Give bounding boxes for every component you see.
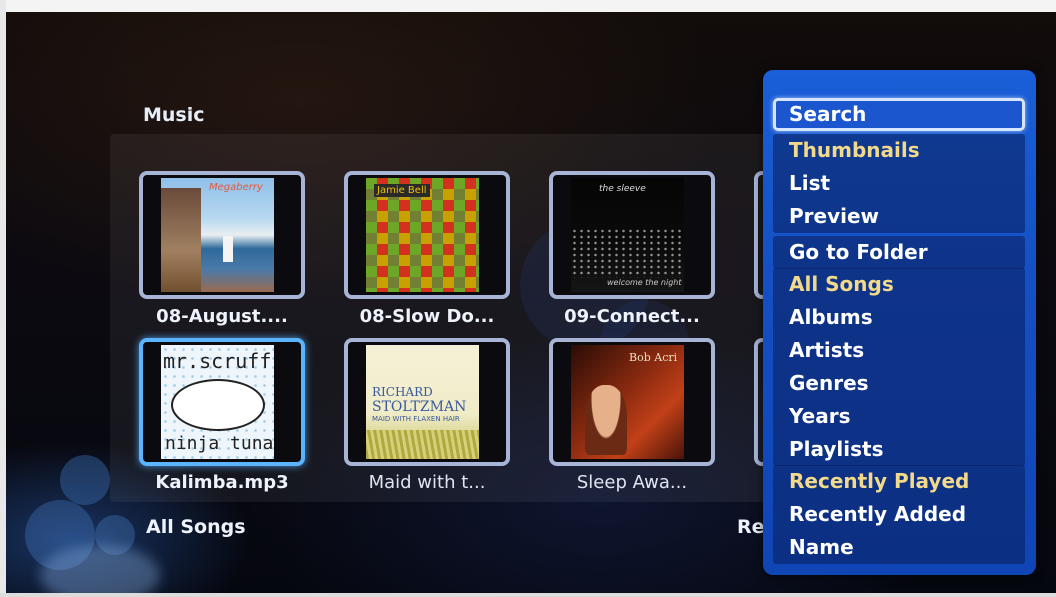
- menu-group-sort: Recently Played Recently Added Name: [773, 465, 1025, 564]
- album-art-text: the sleeve: [599, 184, 646, 194]
- monitor-bezel-left: [0, 0, 6, 597]
- menu-item-playlists[interactable]: Playlists: [773, 433, 1025, 466]
- album-art-stoltzman: RICHARD STOLTZMAN MAID WITH FLAXEN HAIR: [366, 345, 479, 459]
- menu-item-all-songs[interactable]: All Songs: [773, 268, 1025, 301]
- media-player-screen: Music Megaberry 08-August.... Jamie Bell…: [0, 0, 1056, 597]
- album-thumbnail[interactable]: Jamie Bell: [344, 171, 510, 299]
- monitor-bezel-bottom: [0, 593, 1056, 597]
- menu-group-view: Thumbnails List Preview: [773, 134, 1025, 233]
- album-caption[interactable]: 08-Slow Do...: [337, 306, 517, 327]
- menu-item-recently-played[interactable]: Recently Played: [773, 465, 1025, 498]
- album-art-text: welcome the night: [607, 278, 682, 287]
- album-art-text: Bob Acri: [629, 351, 678, 364]
- bokeh-light: [60, 455, 110, 505]
- monitor-bezel-top: [0, 0, 1056, 12]
- album-art-lighthouse: Megaberry: [161, 178, 274, 292]
- album-art-bobacri: Bob Acri: [571, 345, 684, 459]
- album-art-text: mr.scruff: [163, 349, 272, 373]
- menu-item-genres[interactable]: Genres: [773, 367, 1025, 400]
- album-art-text: ninja tuna: [165, 433, 274, 454]
- album-thumbnail[interactable]: RICHARD STOLTZMAN MAID WITH FLAXEN HAIR: [344, 338, 510, 466]
- album-art-text: Megaberry: [209, 182, 263, 193]
- album-art-nightcity: the sleeve welcome the night: [571, 178, 684, 292]
- album-thumbnail[interactable]: the sleeve welcome the night: [549, 171, 715, 299]
- options-menu: Search Thumbnails List Preview Go to Fol…: [763, 70, 1036, 575]
- menu-item-search[interactable]: Search: [773, 98, 1025, 131]
- menu-item-artists[interactable]: Artists: [773, 334, 1025, 367]
- current-filter-label: All Songs: [146, 516, 246, 538]
- album-art-text: Jamie Bell: [374, 184, 430, 197]
- album-thumbnail[interactable]: Bob Acri: [549, 338, 715, 466]
- menu-item-recently-added[interactable]: Recently Added: [773, 498, 1025, 531]
- menu-item-years[interactable]: Years: [773, 400, 1025, 433]
- sort-label-partial: Re: [737, 516, 765, 538]
- album-caption[interactable]: Kalimba.mp3: [132, 472, 312, 493]
- menu-group-search: Search: [773, 98, 1025, 131]
- menu-item-name[interactable]: Name: [773, 531, 1025, 564]
- menu-item-albums[interactable]: Albums: [773, 301, 1025, 334]
- album-art-text: MAID WITH FLAXEN HAIR: [372, 415, 460, 423]
- album-art-scruff: mr.scruff ninja tuna: [161, 345, 274, 459]
- menu-item-go-to-folder[interactable]: Go to Folder: [773, 236, 1025, 269]
- album-caption[interactable]: Sleep Awa...: [542, 472, 722, 493]
- album-caption[interactable]: 08-August....: [132, 306, 312, 327]
- menu-group-filter: All Songs Albums Artists Genres Years Pl…: [773, 268, 1025, 466]
- menu-group-folder: Go to Folder: [773, 236, 1025, 269]
- album-thumbnail-selected[interactable]: mr.scruff ninja tuna: [139, 338, 305, 466]
- album-caption[interactable]: 09-Connect...: [542, 306, 722, 327]
- album-thumbnail[interactable]: Megaberry: [139, 171, 305, 299]
- album-art-text: RICHARD: [372, 385, 433, 399]
- menu-item-preview[interactable]: Preview: [773, 200, 1025, 233]
- album-art-checker: Jamie Bell: [366, 178, 479, 292]
- menu-item-thumbnails[interactable]: Thumbnails: [773, 134, 1025, 167]
- menu-item-list[interactable]: List: [773, 167, 1025, 200]
- album-art-text: STOLTZMAN: [372, 399, 467, 415]
- bokeh-light: [40, 545, 160, 597]
- page-title: Music: [143, 104, 205, 126]
- album-caption[interactable]: Maid with t...: [337, 472, 517, 493]
